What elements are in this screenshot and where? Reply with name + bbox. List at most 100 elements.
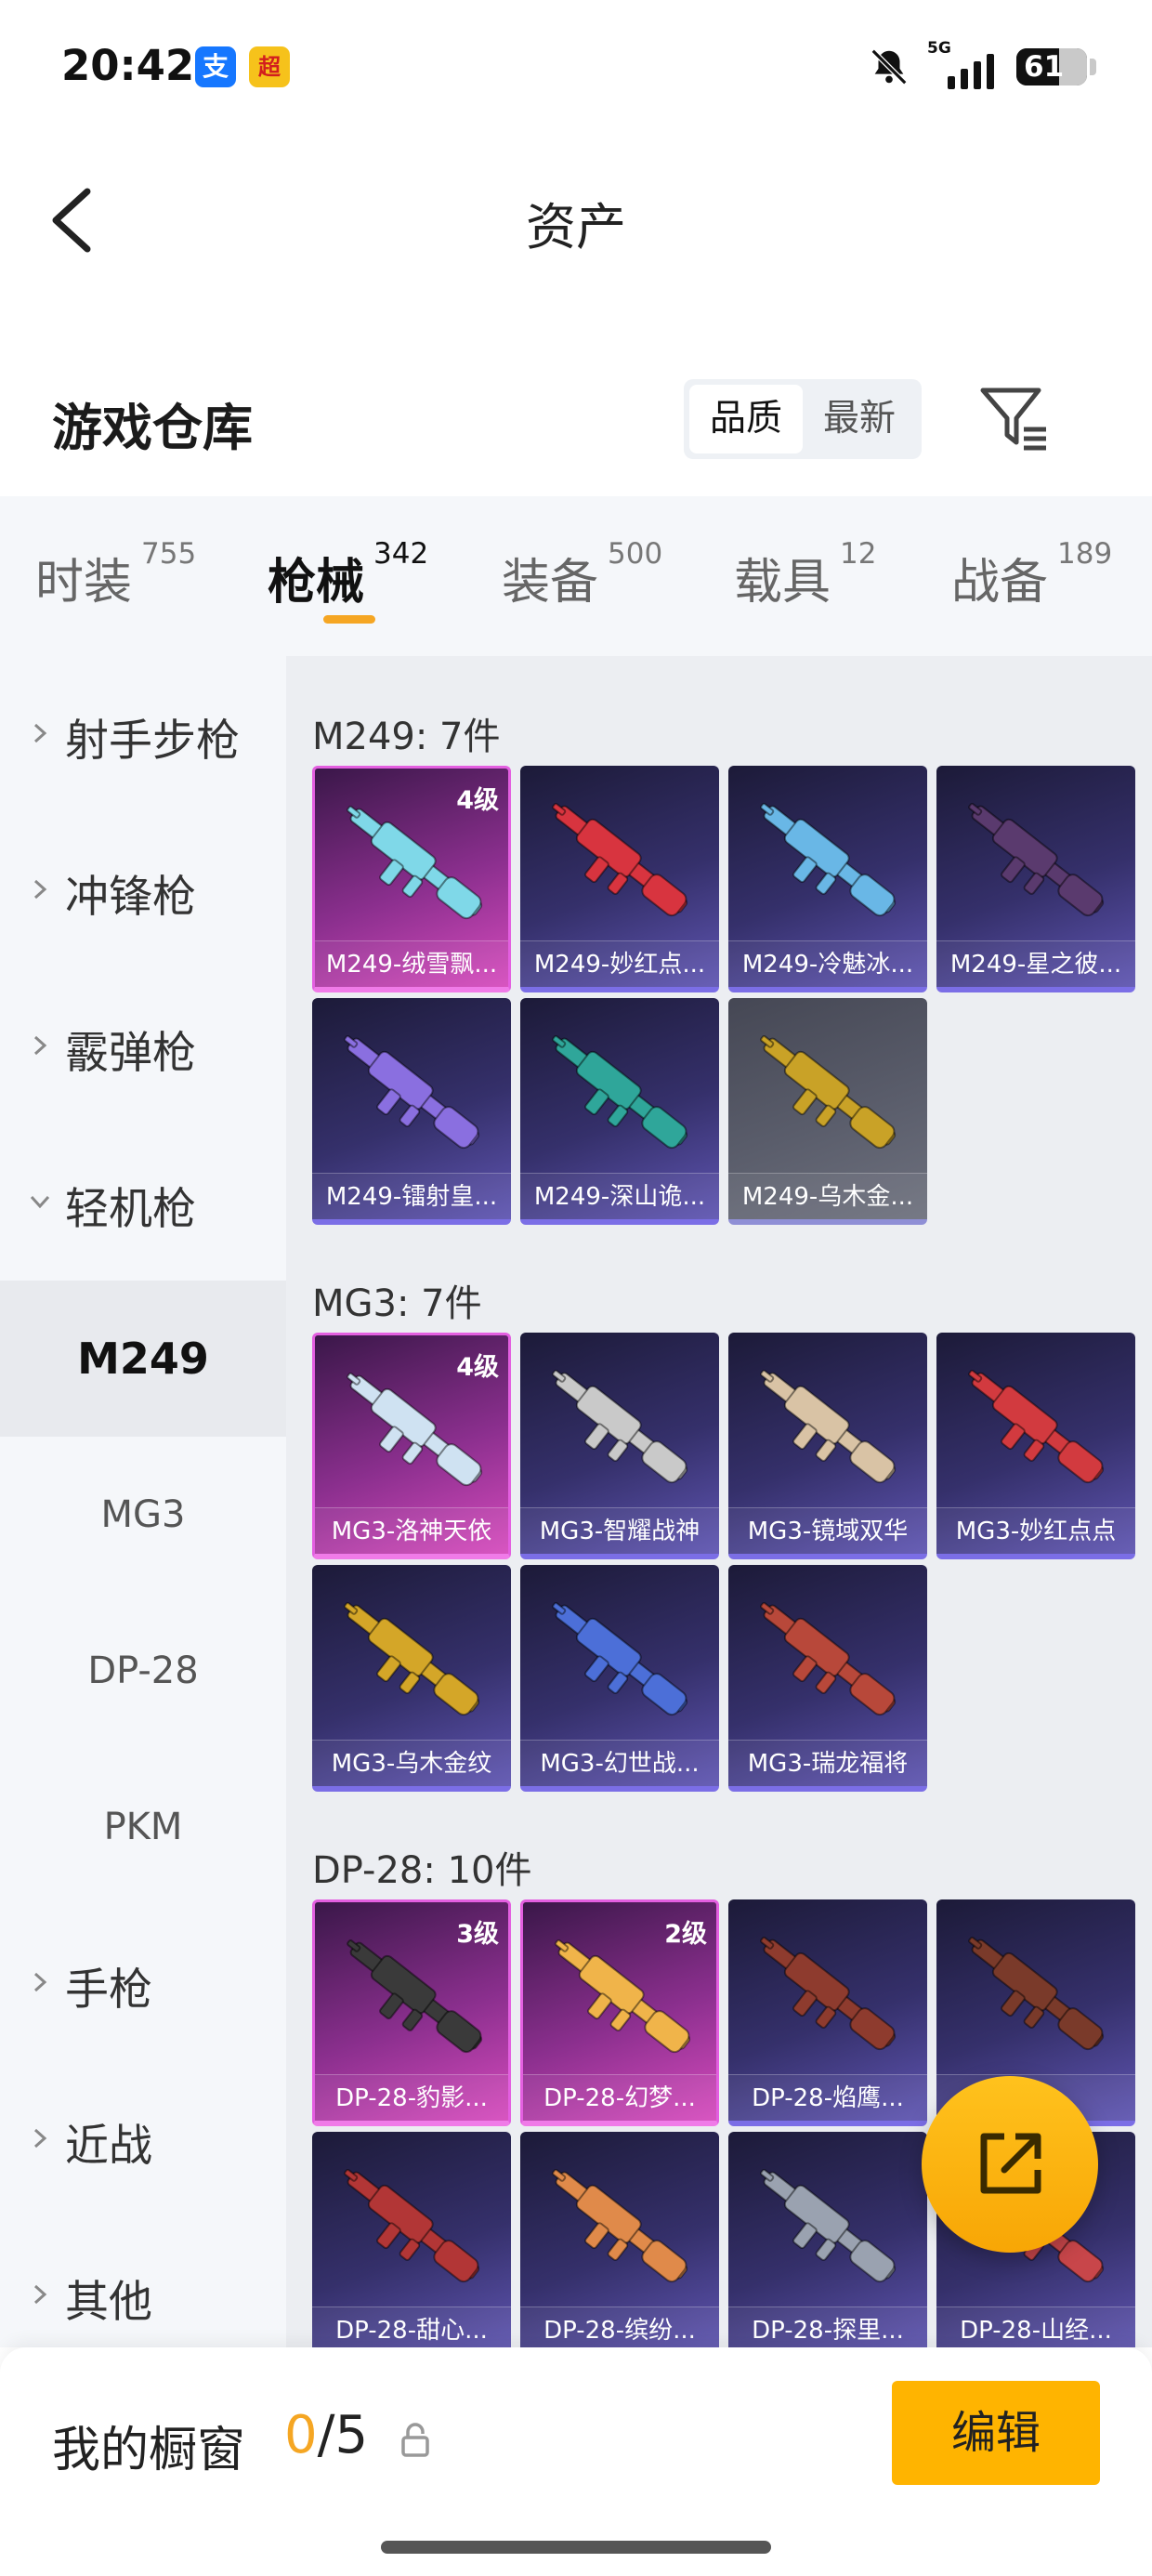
weapon-skin-card[interactable]: M249-星之彼... <box>936 766 1135 992</box>
sidebar-item-smg[interactable]: 冲锋枪 <box>0 812 286 968</box>
sidebar-item-label: 近战 <box>65 2121 152 2172</box>
skin-name: DP-28-焰鹰... <box>728 2074 927 2121</box>
bell-muted-icon <box>871 48 908 85</box>
tab-count: 189 <box>1057 537 1113 571</box>
sidebar-item-label: 轻机枪 <box>65 1184 196 1235</box>
chevron-right-icon <box>33 1035 47 1056</box>
skin-name: MG3-镜域双华 <box>728 1507 927 1554</box>
chevron-down-icon <box>30 1195 50 1209</box>
chevron-right-icon <box>33 2284 47 2305</box>
sidebar-sub-mg3[interactable]: MG3 <box>0 1437 286 1593</box>
weapon-skin-card[interactable]: MG3-镜域双华 <box>728 1333 927 1559</box>
skin-name: MG3-智耀战神 <box>520 1507 719 1554</box>
tab-vehicles[interactable]: 载具 12 <box>734 537 876 612</box>
skin-level-badge: 2级 <box>664 1920 707 1949</box>
weapon-image <box>760 1937 897 2051</box>
showcase-total: /5 <box>317 2405 369 2465</box>
weapon-skin-card[interactable]: 4级 MG3-洛神天依 <box>312 1333 511 1559</box>
group-title-m249: M249: 7件 <box>312 716 501 758</box>
skin-name: M249-绒雪飘... <box>315 940 508 987</box>
weapon-skin-card[interactable]: M249-冷魅冰... <box>728 766 927 992</box>
active-tab-indicator <box>323 615 375 624</box>
sidebar-item-marksman-rifle[interactable]: 射手步枪 <box>0 656 286 812</box>
tab-label: 装备 <box>502 555 599 611</box>
tab-count: 12 <box>840 537 877 571</box>
skin-name: DP-28-探里... <box>728 2307 927 2347</box>
tab-supplies[interactable]: 战备189 <box>951 537 1112 612</box>
weapon-skin-card[interactable]: 4级 M249-绒雪飘... <box>312 766 511 992</box>
skin-name: MG3-乌木金纹 <box>312 1740 511 1786</box>
skin-name: MG3-幻世战... <box>520 1740 719 1786</box>
cellular-signal-icon: 5G <box>927 39 1000 91</box>
weapon-skin-card[interactable]: MG3-妙红点点 <box>936 1333 1135 1559</box>
weapon-skin-card[interactable]: DP-28-甜心... <box>312 2132 511 2347</box>
sort-option-quality[interactable]: 品质 <box>689 385 803 453</box>
weapon-skin-card[interactable]: M249-镭射皇... <box>312 998 511 1225</box>
weapon-skin-card[interactable]: DP-28-探里... <box>728 2132 927 2347</box>
chevron-right-icon <box>33 1972 47 1992</box>
weapon-image <box>552 803 688 917</box>
sidebar-item-shotgun[interactable]: 霰弹枪 <box>0 968 286 1124</box>
page-title: 资产 <box>526 198 626 256</box>
weapon-skin-card[interactable]: MG3-瑞龙福将 <box>728 1565 927 1792</box>
weapon-image <box>760 1370 897 1484</box>
sidebar-sub-pkm[interactable]: PKM <box>0 1749 286 1905</box>
skin-name: MG3-洛神天依 <box>315 1507 508 1554</box>
weapon-skin-card[interactable]: M249-妙红点... <box>520 766 719 992</box>
sidebar-item-pistol[interactable]: 手枪 <box>0 1905 286 2061</box>
tab-label: 战备 <box>951 555 1049 611</box>
category-tabs: 时装755 枪械342 装备 500 载具 12 战备189 <box>0 496 1152 656</box>
sidebar-item-lmg[interactable]: 轻机枪 <box>0 1124 286 1281</box>
tab-count: 755 <box>141 537 197 571</box>
tab-firearms[interactable]: 枪械342 <box>268 537 428 612</box>
tab-equipment[interactable]: 装备 500 <box>502 537 662 612</box>
weapon-image <box>760 1035 897 1150</box>
group-title-mg3: MG3: 7件 <box>312 1282 482 1325</box>
weapon-skin-card[interactable]: M249-深山诡... <box>520 998 719 1225</box>
weapon-skin-card[interactable]: MG3-乌木金纹 <box>312 1565 511 1792</box>
skin-name: M249-深山诡... <box>520 1173 719 1219</box>
lock-icon <box>401 2423 429 2457</box>
weapon-skin-card[interactable]: MG3-幻世战... <box>520 1565 719 1792</box>
filter-list-icon[interactable] <box>977 381 1052 455</box>
skin-name: DP-28-幻梦... <box>523 2074 716 2121</box>
tab-fashion[interactable]: 时装755 <box>35 537 196 612</box>
chevron-right-icon <box>33 2128 47 2149</box>
tab-label: 枪械 <box>268 555 365 611</box>
weapon-skin-card[interactable]: 3级 DP-28-豹影... <box>312 1899 511 2126</box>
weapon-image <box>968 803 1105 917</box>
edit-button[interactable]: 编辑 <box>892 2381 1100 2485</box>
showcase-bar: 我的橱窗 0/5 编辑 <box>0 2347 1152 2576</box>
showcase-used: 0 <box>284 2405 318 2465</box>
sort-option-newest[interactable]: 最新 <box>803 385 916 453</box>
share-external-icon <box>980 2133 1041 2194</box>
weapon-skin-card[interactable]: DP-28-焰鹰... <box>728 1899 927 2126</box>
skin-level-badge: 4级 <box>456 786 499 815</box>
weapon-image <box>552 1035 688 1150</box>
sidebar-item-label: 其他 <box>65 2277 152 2328</box>
showcase-count: 0/5 <box>284 2405 368 2465</box>
weapon-skin-card[interactable]: 2级 DP-28-幻梦... <box>520 1899 719 2126</box>
weapon-image <box>968 1937 1105 2051</box>
share-button[interactable] <box>922 2076 1098 2253</box>
sidebar-sub-m249[interactable]: M249 <box>0 1281 286 1437</box>
weapon-image <box>760 1602 897 1716</box>
tab-count: 342 <box>373 537 429 571</box>
group-title-dp28: DP-28: 10件 <box>312 1849 532 1892</box>
battery-tip <box>1090 59 1096 75</box>
sidebar-sub-dp28[interactable]: DP-28 <box>0 1593 286 1749</box>
skin-name: DP-28-甜心... <box>312 2307 511 2347</box>
status-time: 20:42 <box>61 41 195 90</box>
weapon-skin-card[interactable]: MG3-智耀战神 <box>520 1333 719 1559</box>
skin-name: DP-28-缤纷... <box>520 2307 719 2347</box>
weapon-skin-card[interactable]: M249-乌木金... <box>728 998 927 1225</box>
weapon-image <box>552 2169 688 2283</box>
skin-level-badge: 3级 <box>456 1920 499 1949</box>
sidebar-item-label: 射手步枪 <box>65 716 240 767</box>
showcase-label: 我的橱窗 <box>52 2423 246 2478</box>
weapon-type-sidebar: 射手步枪 冲锋枪 霰弹枪 轻机枪 M249 MG3 DP-28 PKM 手枪 近… <box>0 656 286 2347</box>
sidebar-item-melee[interactable]: 近战 <box>0 2061 286 2217</box>
tab-label: 时装 <box>35 555 133 611</box>
weapon-skin-card[interactable]: DP-28-缤纷... <box>520 2132 719 2347</box>
home-indicator[interactable] <box>381 2541 771 2554</box>
